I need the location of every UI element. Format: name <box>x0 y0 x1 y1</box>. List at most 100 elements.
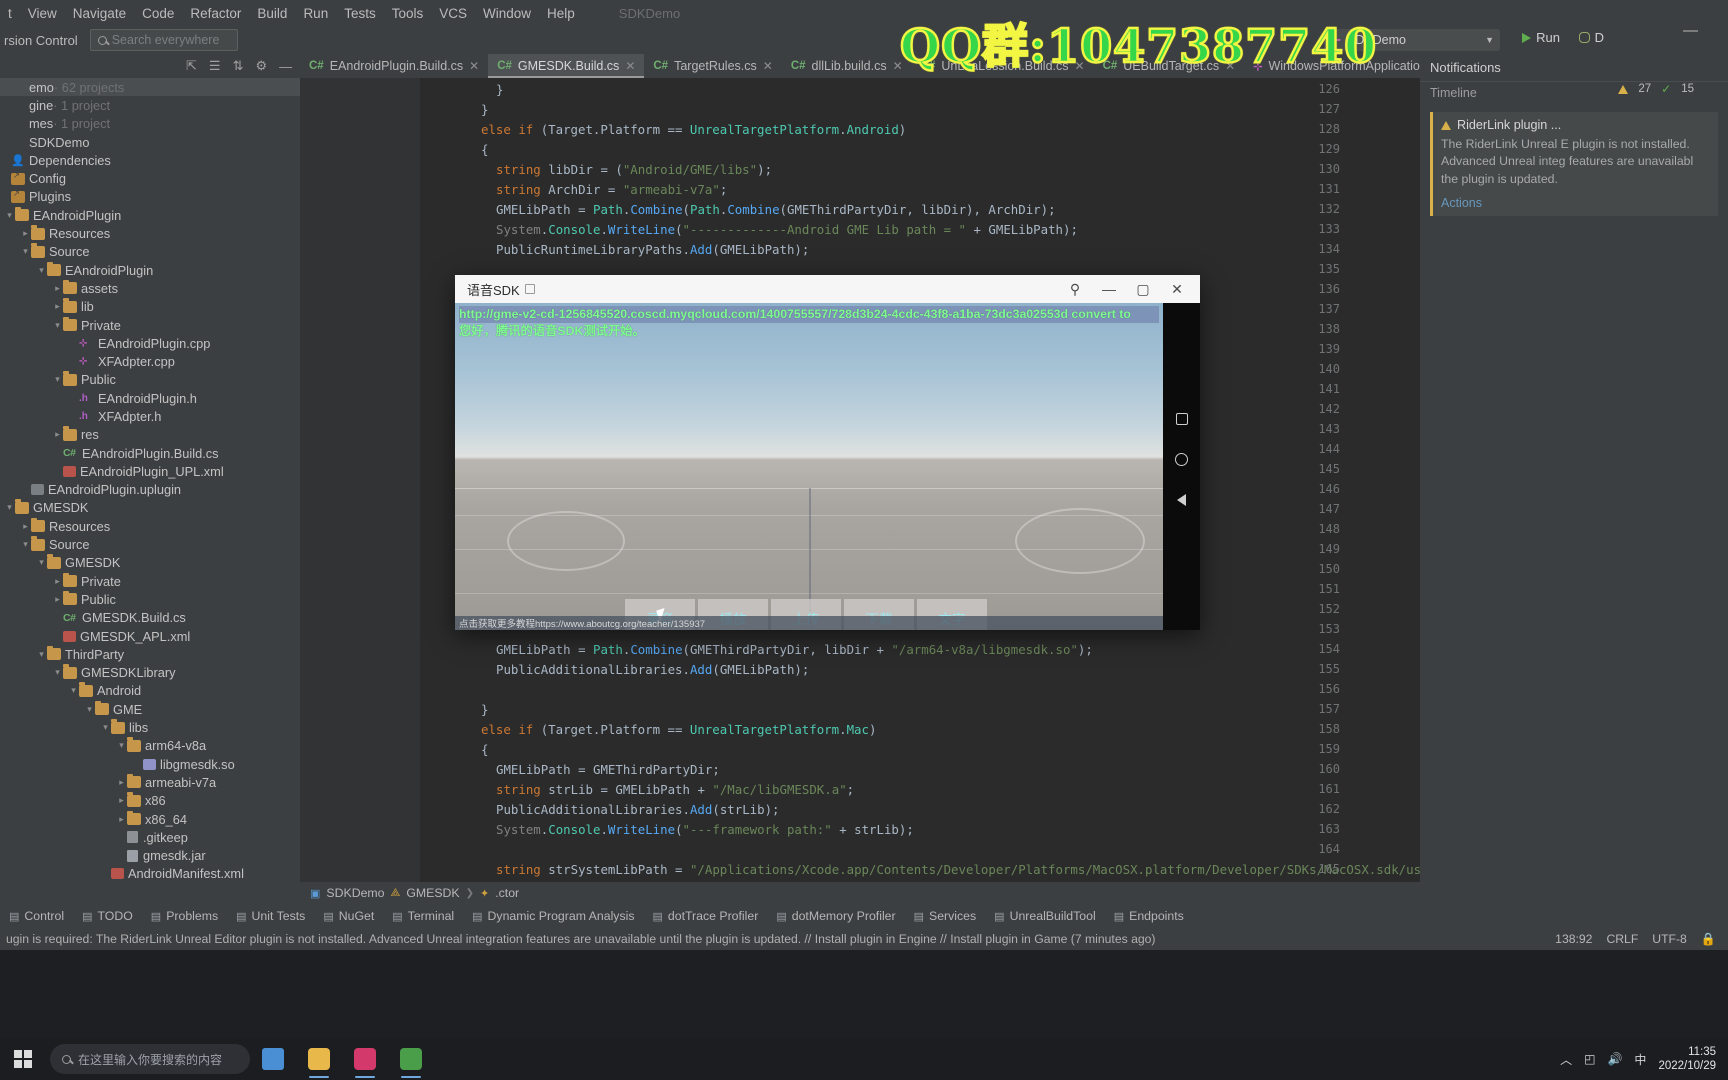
chevron-down-icon[interactable] <box>36 649 47 660</box>
tree-item[interactable]: .h EAndroidPlugin.h <box>0 389 300 407</box>
menu-item-tests[interactable]: Tests <box>336 4 384 23</box>
notification-card[interactable]: RiderLink plugin ... The RiderLink Unrea… <box>1430 112 1718 217</box>
tree-item[interactable]: libgmesdk.so <box>0 755 300 773</box>
close-icon[interactable]: ✕ <box>469 59 479 73</box>
tree-item[interactable]: libs <box>0 718 300 736</box>
code-line[interactable]: } <box>496 82 503 97</box>
tree-item[interactable]: assets <box>0 279 300 297</box>
menu-item-build[interactable]: Build <box>249 4 295 23</box>
tree-item[interactable]: Resources <box>0 517 300 535</box>
code-line[interactable]: { <box>481 142 488 157</box>
chevron-down-icon[interactable] <box>84 704 95 715</box>
chevron-right-icon[interactable] <box>20 521 31 532</box>
emulator-nav-bar[interactable] <box>1163 303 1200 630</box>
chevron-down-icon[interactable] <box>4 502 15 513</box>
menu-item-refactor[interactable]: Refactor <box>182 4 249 23</box>
tree-item[interactable]: Source <box>0 243 300 261</box>
tray-volume-icon[interactable]: 🔊 <box>1607 1052 1622 1066</box>
code-line[interactable]: GMELibPath = Path.Combine(GMEThirdPartyD… <box>496 642 1093 657</box>
tree-item[interactable]: SDKDemo <box>0 133 300 151</box>
tree-item[interactable]: ⊹ EAndroidPlugin.cpp <box>0 334 300 352</box>
chevron-right-icon[interactable] <box>52 576 63 587</box>
file-encoding[interactable]: UTF-8 <box>1652 932 1687 946</box>
tree-item[interactable]: EAndroidPlugin <box>0 206 300 224</box>
taskbar-search-input[interactable]: 在这里输入你要搜索的内容 <box>50 1044 250 1074</box>
chevron-right-icon[interactable] <box>116 814 127 825</box>
code-line[interactable]: GMELibPath = GMEThirdPartyDir; <box>496 762 720 777</box>
taskbar-app-emulator[interactable] <box>388 1038 434 1080</box>
inspection-status[interactable]: 27 ✓ 15 <box>1618 82 1694 96</box>
settings-gear-icon[interactable]: ⚙ <box>255 58 267 74</box>
notification-actions-link[interactable]: Actions <box>1441 196 1710 210</box>
menu-item-code[interactable]: Code <box>134 4 182 23</box>
close-icon[interactable]: ✕ <box>763 59 773 73</box>
tool-window-button[interactable]: ▤ NuGet <box>314 909 383 923</box>
tree-item[interactable]: GME <box>0 700 300 718</box>
code-line[interactable]: string ArchDir = "armeabi-v7a"; <box>496 182 727 197</box>
chevron-down-icon[interactable] <box>36 265 47 276</box>
tool-window-button[interactable]: ▤ dotTrace Profiler <box>643 909 767 923</box>
tool-window-button[interactable]: ▤ Dynamic Program Analysis <box>463 909 643 923</box>
code-line[interactable]: } <box>481 702 488 717</box>
tool-window-button[interactable]: ▤ Control <box>0 909 73 923</box>
chevron-down-icon[interactable] <box>20 246 31 257</box>
expand-all-icon[interactable]: ⇱ <box>186 58 197 74</box>
breadcrumb-item-module[interactable]: GMESDK <box>406 886 459 900</box>
tree-item[interactable]: C# EAndroidPlugin.Build.cs <box>0 444 300 462</box>
emulator-window[interactable]: 语音SDK ⚲ — ▢ ✕ http://gme-v2-cd-125684552… <box>455 275 1200 630</box>
menu-item-window[interactable]: Window <box>475 4 539 23</box>
chevron-right-icon[interactable] <box>116 777 127 788</box>
tray-language-indicator[interactable]: 中 <box>1634 1051 1646 1068</box>
tree-item[interactable]: GMESDK_APL.xml <box>0 627 300 645</box>
caret-position[interactable]: 138:92 <box>1555 932 1592 946</box>
menu-item-navigate[interactable]: Navigate <box>65 4 134 23</box>
taskbar-clock[interactable]: 11:35 2022/10/29 <box>1658 1045 1716 1074</box>
close-icon[interactable]: ✕ <box>625 59 635 73</box>
tool-window-button[interactable]: ▤ Services <box>905 909 986 923</box>
chevron-down-icon[interactable] <box>52 667 63 678</box>
maximize-icon[interactable]: ▢ <box>1126 275 1160 303</box>
tree-item[interactable]: AndroidManifest.xml <box>0 865 300 883</box>
tree-item[interactable]: x86 <box>0 792 300 810</box>
chevron-right-icon[interactable] <box>52 594 63 605</box>
pin-icon[interactable]: ⚲ <box>1058 275 1092 303</box>
tool-window-button[interactable]: ▤ UnrealBuildTool <box>985 909 1105 923</box>
chevron-down-icon[interactable] <box>68 685 79 696</box>
line-separator[interactable]: CRLF <box>1606 932 1638 946</box>
back-nav-icon[interactable] <box>1177 494 1186 506</box>
tree-item[interactable]: lib <box>0 298 300 316</box>
tool-window-button[interactable]: ▤ Problems <box>142 909 227 923</box>
tree-item[interactable]: armeabi-v7a <box>0 773 300 791</box>
taskbar-app-taskview[interactable] <box>250 1038 296 1080</box>
code-line[interactable]: else if (Target.Platform == UnrealTarget… <box>481 722 876 737</box>
circle-nav-icon[interactable] <box>1175 453 1188 466</box>
close-icon[interactable]: ✕ <box>1160 275 1194 303</box>
editor-tab[interactable]: C# TargetRules.cs ✕ <box>644 54 781 78</box>
breadcrumb-item-member[interactable]: .ctor <box>495 886 519 900</box>
tree-item[interactable]: .gitkeep <box>0 828 300 846</box>
tree-item[interactable]: Public <box>0 371 300 389</box>
tree-item[interactable]: EAndroidPlugin_UPL.xml <box>0 462 300 480</box>
chevron-down-icon[interactable] <box>4 210 15 221</box>
tree-item[interactable]: Config <box>0 169 300 187</box>
tree-item[interactable]: EAndroidPlugin.uplugin <box>0 481 300 499</box>
version-control-label[interactable]: rsion Control <box>0 33 78 48</box>
code-line[interactable]: PublicAdditionalLibraries.Add(strLib); <box>496 802 780 817</box>
tree-item[interactable]: Private <box>0 316 300 334</box>
tool-window-button[interactable]: ▤ Endpoints <box>1105 909 1193 923</box>
chevron-right-icon[interactable] <box>20 228 31 239</box>
code-line[interactable]: GMELibPath = Path.Combine(Path.Combine(G… <box>496 202 1056 217</box>
chevron-right-icon[interactable] <box>52 283 63 294</box>
menu-item-help[interactable]: Help <box>539 4 583 23</box>
debug-button[interactable]: D <box>1578 30 1604 45</box>
tree-item[interactable]: Private <box>0 572 300 590</box>
start-button[interactable] <box>0 1038 46 1080</box>
chevron-down-icon[interactable] <box>52 374 63 385</box>
tree-item[interactable]: ⊹ XFAdpter.cpp <box>0 352 300 370</box>
square-nav-icon[interactable] <box>1175 413 1188 425</box>
menu-item-vcs[interactable]: VCS <box>431 4 475 23</box>
tool-window-button[interactable]: ▤ Terminal <box>383 909 463 923</box>
tree-item[interactable]: Android <box>0 682 300 700</box>
tree-item[interactable]: arm64-v8a <box>0 737 300 755</box>
tree-item[interactable]: res <box>0 426 300 444</box>
